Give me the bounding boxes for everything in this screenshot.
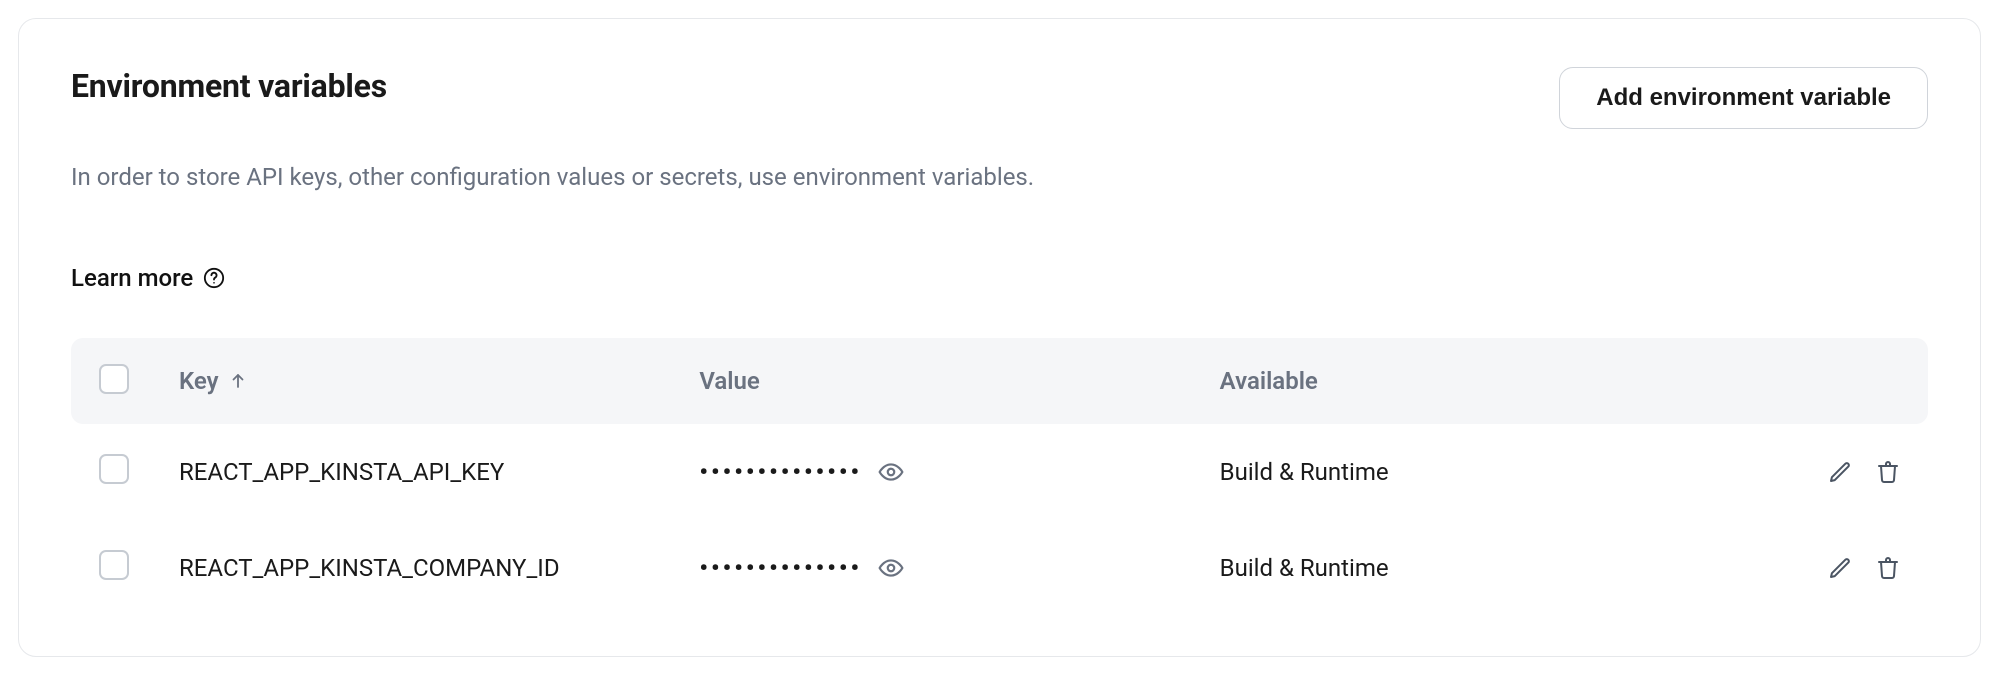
- delete-button[interactable]: [1876, 556, 1900, 580]
- reveal-value-button[interactable]: [878, 555, 904, 581]
- add-environment-variable-button[interactable]: Add environment variable: [1559, 67, 1928, 129]
- environment-variables-panel: Environment variables Add environment va…: [18, 18, 1981, 657]
- eye-icon: [878, 459, 904, 485]
- section-title: Environment variables: [71, 67, 387, 105]
- env-variables-table: Key Value Available: [71, 338, 1928, 616]
- column-header-available: Available: [1220, 367, 1740, 395]
- trash-icon: [1876, 460, 1900, 484]
- masked-value: ••••••••••••••: [699, 554, 862, 582]
- eye-icon: [878, 555, 904, 581]
- column-header-key[interactable]: Key: [179, 367, 699, 395]
- column-header-value: Value: [699, 367, 1219, 395]
- row-checkbox[interactable]: [99, 550, 129, 580]
- edit-button[interactable]: [1828, 556, 1852, 580]
- delete-button[interactable]: [1876, 460, 1900, 484]
- section-description: In order to store API keys, other config…: [71, 159, 1071, 196]
- row-checkbox[interactable]: [99, 454, 129, 484]
- sort-ascending-icon: [229, 372, 247, 390]
- table-row: REACT_APP_KINSTA_API_KEY •••••••••••••• …: [71, 424, 1928, 520]
- learn-more-label: Learn more: [71, 264, 193, 292]
- masked-value: ••••••••••••••: [699, 458, 862, 486]
- table-header: Key Value Available: [71, 338, 1928, 424]
- select-all-checkbox[interactable]: [99, 364, 129, 394]
- trash-icon: [1876, 556, 1900, 580]
- env-key: REACT_APP_KINSTA_API_KEY: [179, 458, 699, 486]
- reveal-value-button[interactable]: [878, 459, 904, 485]
- learn-more-link[interactable]: Learn more: [71, 264, 225, 292]
- pencil-icon: [1828, 460, 1852, 484]
- env-availability: Build & Runtime: [1220, 458, 1740, 486]
- env-key: REACT_APP_KINSTA_COMPANY_ID: [179, 554, 699, 582]
- table-row: REACT_APP_KINSTA_COMPANY_ID ••••••••••••…: [71, 520, 1928, 616]
- edit-button[interactable]: [1828, 460, 1852, 484]
- pencil-icon: [1828, 556, 1852, 580]
- env-availability: Build & Runtime: [1220, 554, 1740, 582]
- help-icon: [203, 267, 225, 289]
